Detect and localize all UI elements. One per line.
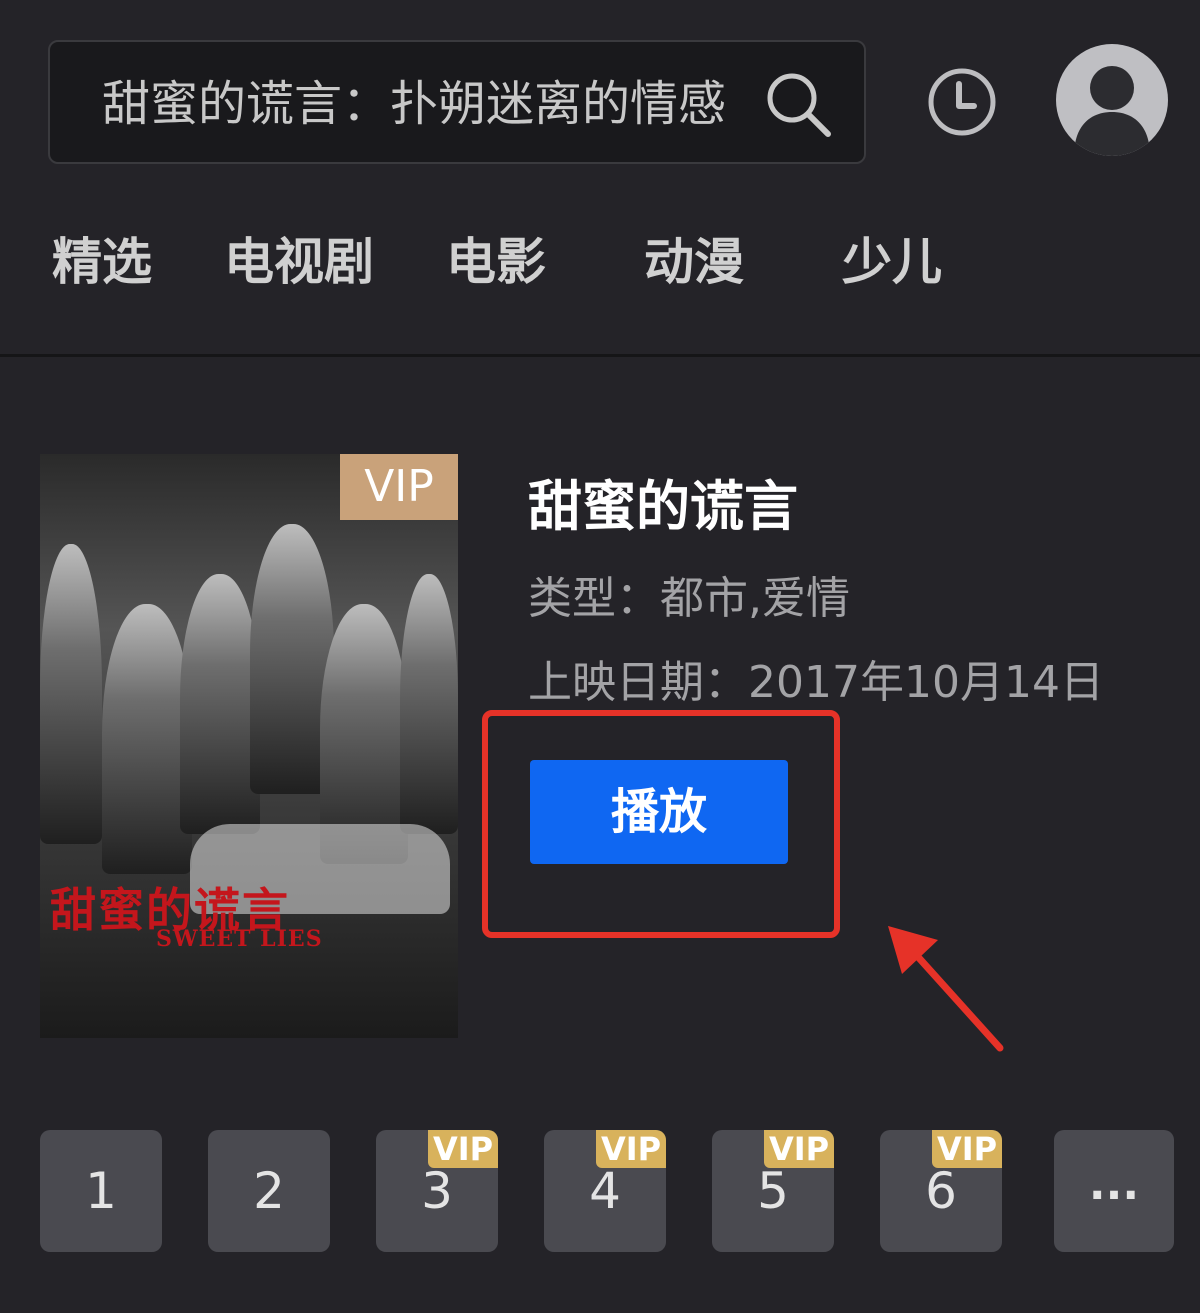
episode-vip-badge: VIP [596,1130,666,1168]
vip-badge: VIP [340,454,458,520]
episode-button-1[interactable]: 1 [40,1130,162,1252]
episode-number: 1 [85,1162,117,1220]
tab-kids[interactable]: 少儿 [842,222,942,302]
episode-button-3[interactable]: 3 VIP [376,1130,498,1252]
episode-number: 3 [421,1162,453,1220]
episode-button-6[interactable]: 6 VIP [880,1130,1002,1252]
episode-button-5[interactable]: 5 VIP [712,1130,834,1252]
poster-figure [40,544,102,844]
poster-title-english: SWEET LIES [156,926,323,952]
tab-tv-series[interactable]: 电视剧 [224,222,374,302]
tab-anime[interactable]: 动漫 [644,222,744,302]
tab-movies[interactable]: 电影 [446,222,546,302]
episode-vip-badge: VIP [428,1130,498,1168]
category-tabs: 精选 电视剧 电影 动漫 少儿 [0,222,1200,302]
annotation-arrow-icon [888,926,1004,1052]
episode-number: 2 [253,1162,285,1220]
genre-text: 类型：都市,爱情 [528,573,850,624]
episode-number: 4 [589,1162,621,1220]
tab-featured[interactable]: 精选 [52,222,152,302]
episode-button-4[interactable]: 4 VIP [544,1130,666,1252]
tabs-divider [0,354,1200,357]
play-button[interactable]: 播放 [530,760,788,864]
search-bar[interactable]: 甜蜜的谎言：扑朔迷离的情感 [48,40,866,164]
poster-figure [400,574,458,834]
user-icon [1074,66,1150,156]
search-icon[interactable] [764,70,834,140]
episode-number: 5 [757,1162,789,1220]
episode-vip-badge: VIP [764,1130,834,1168]
poster-image[interactable]: VIP 甜蜜的谎言 SWEET LIES [40,454,458,1038]
poster-figure [180,574,260,834]
more-episodes-button[interactable]: ... [1054,1130,1174,1252]
episode-number: 6 [925,1162,957,1220]
episode-button-2[interactable]: 2 [208,1130,330,1252]
history-clock-icon[interactable] [926,66,998,138]
search-input[interactable]: 甜蜜的谎言：扑朔迷离的情感 [102,72,742,136]
poster-figure [102,604,192,874]
video-detail-page: 甜蜜的谎言：扑朔迷离的情感 精选 电视剧 电影 动漫 少儿 VIP 甜蜜的谎言 [0,0,1200,1313]
release-date-text: 上映日期：2017年10月14日 [528,657,1104,708]
episode-vip-badge: VIP [932,1130,1002,1168]
user-avatar[interactable] [1056,44,1168,156]
episode-list: 1 2 3 VIP 4 VIP 5 VIP 6 VIP ... [40,1130,1180,1252]
show-title: 甜蜜的谎言 [528,475,798,538]
